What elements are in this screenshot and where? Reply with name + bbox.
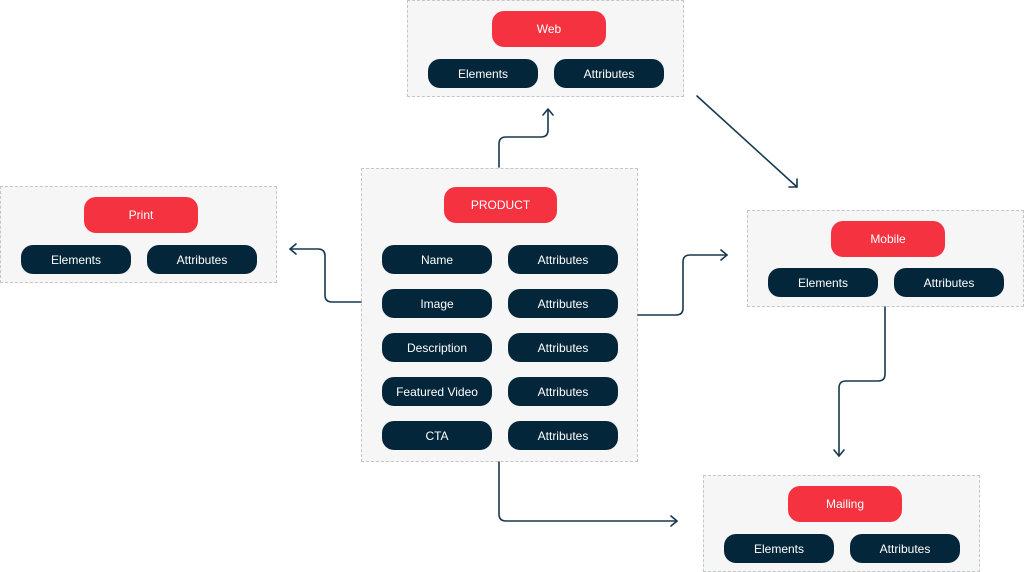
connector-web-to-mobile <box>696 95 798 188</box>
connector-product-to-print <box>289 248 362 303</box>
connectors-layer <box>289 95 886 527</box>
connector-product-to-web <box>498 109 549 168</box>
connector-mobile-to-mailing <box>838 306 886 457</box>
connector-product-to-mobile <box>637 254 728 316</box>
connector-product-to-mailing <box>498 461 678 522</box>
